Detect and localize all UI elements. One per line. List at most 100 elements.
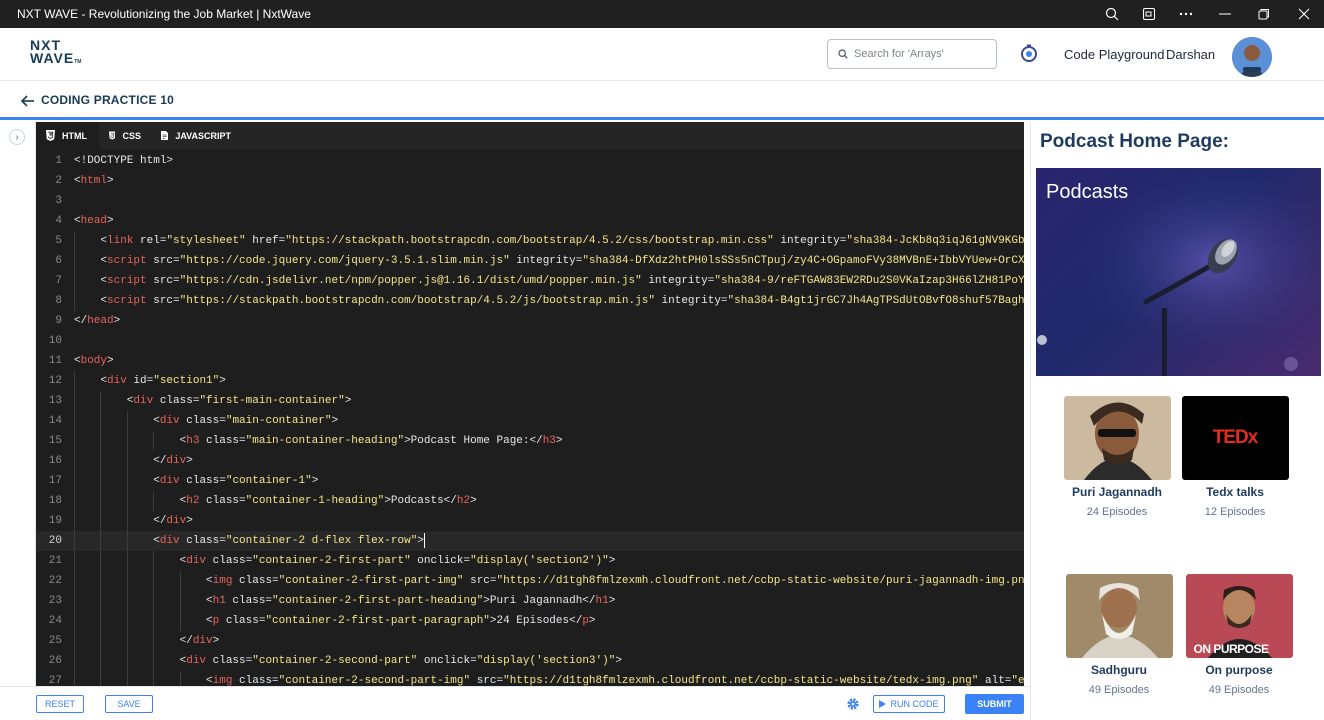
code-line[interactable]: 24 <p class="container-2-first-part-para… — [36, 611, 1024, 631]
code-line[interactable]: 8 <script src="https://stackpath.bootstr… — [36, 291, 1024, 311]
line-number: 9 — [55, 315, 62, 327]
code-area[interactable]: 1 <!DOCTYPE html> 2 <html> 3 4 <head> 5 <link r… — [36, 149, 1024, 686]
indent-guide — [100, 431, 102, 451]
window-title: NXT WAVE - Revolutionizing the Job Marke… — [17, 7, 311, 21]
code-line[interactable]: 6 <script src="https://code.jquery.com/j… — [36, 251, 1024, 271]
stopwatch-icon[interactable] — [1019, 43, 1039, 63]
podcast-name: Puri Jagannadh — [1071, 485, 1163, 499]
tab-css[interactable]: CSS — [99, 122, 151, 149]
indent-guide — [153, 651, 155, 671]
indent-guide — [74, 291, 75, 311]
line-number: 14 — [48, 415, 62, 427]
code-line[interactable]: 4 <head> — [36, 211, 1024, 231]
avatar[interactable] — [1232, 37, 1272, 77]
expand-panel-icon[interactable]: › — [9, 129, 25, 145]
line-number: 27 — [48, 675, 62, 686]
indent-guide — [74, 671, 75, 686]
indent-guide — [179, 571, 181, 591]
code-line[interactable]: 1 <!DOCTYPE html> — [36, 151, 1024, 171]
indent-guide — [100, 671, 102, 686]
code-line[interactable]: 2 <html> — [36, 171, 1024, 191]
code-line[interactable]: 7 <script src="https://cdn.jsdelivr.net/… — [36, 271, 1024, 291]
indent-guide — [179, 591, 181, 611]
code-line[interactable]: 9 </head> — [36, 311, 1024, 331]
code-line[interactable]: 22 <img class="container-2-first-part-im… — [36, 571, 1024, 591]
code-line[interactable]: 21 <div class="container-2-first-part" o… — [36, 551, 1024, 571]
line-number: 12 — [48, 375, 62, 387]
podcast-name: Sadhguru — [1091, 663, 1147, 677]
code-line[interactable]: 16 </div> — [36, 451, 1024, 471]
code-line[interactable]: 20 <div class="container-2 d-flex flex-r… — [36, 531, 1024, 551]
code-line[interactable]: 19 </div> — [36, 511, 1024, 531]
code-editor[interactable]: HTML CSS JAVASCRIPT 1 <!DOCTYPE html> 2 <ht… — [36, 122, 1024, 686]
reset-button[interactable]: RESET — [36, 695, 84, 713]
search-input[interactable]: Search for 'Arrays' — [827, 39, 997, 69]
code-line[interactable]: 10 — [36, 331, 1024, 351]
code-line[interactable]: 13 <div class="first-main-container"> — [36, 391, 1024, 411]
minimize-icon[interactable] — [1210, 0, 1240, 28]
zoom-icon[interactable] — [1097, 0, 1127, 28]
run-code-button[interactable]: RUN CODE — [873, 695, 945, 713]
code-line[interactable]: 5 <link rel="stylesheet" href="https://s… — [36, 231, 1024, 251]
line-number: 8 — [55, 295, 62, 307]
save-button[interactable]: SAVE — [105, 695, 153, 713]
indent-guide — [153, 591, 155, 611]
code-line[interactable]: 11 <body> — [36, 351, 1024, 371]
code-line[interactable]: 27 <img class="container-2-second-part-i… — [36, 671, 1024, 686]
indent-guide — [100, 631, 102, 651]
indent-guide — [153, 431, 155, 451]
indent-guide — [100, 591, 102, 611]
indent-guide — [74, 611, 75, 631]
podcast-card-on-purpose[interactable]: ON PURPOSE On purpose 49 Episodes — [1184, 574, 1294, 696]
indent-guide — [126, 511, 128, 531]
indent-guide — [100, 551, 102, 571]
line-number: 2 — [55, 175, 62, 187]
puri-jagannadh-photo — [1063, 396, 1171, 480]
submit-button[interactable]: SUBMIT — [965, 694, 1024, 714]
back-arrow-icon[interactable] — [20, 93, 36, 109]
username-link[interactable]: Darshan — [1166, 47, 1215, 62]
indent-guide — [179, 611, 181, 631]
code-line[interactable]: 25 </div> — [36, 631, 1024, 651]
code-line[interactable]: 15 <h3 class="main-container-heading">Po… — [36, 431, 1024, 451]
more-options-icon[interactable] — [1171, 0, 1201, 28]
code-text: <div class="main-container"> — [74, 415, 339, 427]
app-header: NXT WAVETM Search for 'Arrays' Code Play… — [0, 28, 1324, 81]
indent-guide — [74, 631, 75, 651]
indent-guide — [126, 651, 128, 671]
line-number: 26 — [48, 655, 62, 667]
code-line[interactable]: 26 <div class="container-2-second-part" … — [36, 651, 1024, 671]
tedx-logo-text: TEDx — [1212, 427, 1259, 448]
code-line[interactable]: 18 <h2 class="container-1-heading">Podca… — [36, 491, 1024, 511]
code-text: <html> — [74, 175, 114, 187]
close-icon[interactable] — [1289, 0, 1319, 28]
gear-icon[interactable] — [846, 697, 860, 711]
css3-icon — [109, 131, 116, 140]
podcast-episodes: 49 Episodes — [1208, 684, 1270, 696]
indent-guide — [126, 531, 128, 551]
podcast-card-sadhguru[interactable]: Sadhguru 49 Episodes — [1064, 574, 1174, 696]
indent-guide — [74, 531, 75, 551]
line-number: 3 — [55, 195, 62, 207]
code-text: <!DOCTYPE html> — [74, 155, 174, 167]
app-switch-icon[interactable] — [1134, 0, 1164, 28]
code-playground-link[interactable]: Code Playground — [1064, 47, 1164, 62]
podcast-card-tedx[interactable]: TEDx Tedx talks 12 Episodes — [1180, 396, 1290, 518]
restore-icon[interactable] — [1249, 0, 1279, 28]
podcast-card-puri[interactable]: Puri Jagannadh 24 Episodes — [1062, 396, 1172, 518]
code-line[interactable]: 3 — [36, 191, 1024, 211]
code-line[interactable]: 14 <div class="main-container"> — [36, 411, 1024, 431]
indent-guide — [74, 591, 75, 611]
code-text: <body> — [74, 355, 114, 367]
indent-guide — [100, 471, 102, 491]
code-line[interactable]: 17 <div class="container-1"> — [36, 471, 1024, 491]
indent-guide — [100, 511, 102, 531]
code-line[interactable]: 12 <div id="section1"> — [36, 371, 1024, 391]
tab-html[interactable]: HTML — [36, 122, 99, 149]
tab-javascript[interactable]: JAVASCRIPT — [151, 122, 241, 149]
code-line[interactable]: 23 <h1 class="container-2-first-part-hea… — [36, 591, 1024, 611]
indent-guide — [74, 411, 75, 431]
nxtwave-logo[interactable]: NXT WAVETM — [30, 38, 86, 71]
line-number: 16 — [48, 455, 62, 467]
line-number: 24 — [48, 615, 62, 627]
